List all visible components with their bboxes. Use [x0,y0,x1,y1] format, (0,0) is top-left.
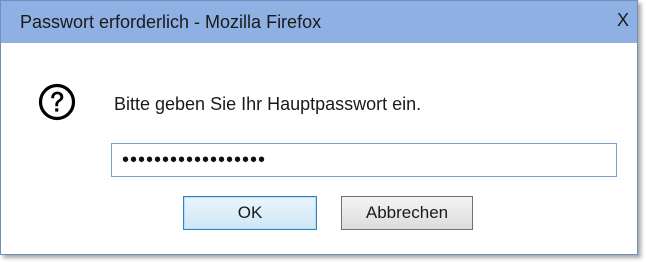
close-button[interactable]: X [617,10,629,30]
password-dialog: Passwort erforderlich - Mozilla Firefox … [0,0,638,255]
question-icon [38,83,76,121]
cancel-button[interactable]: Abbrechen [341,196,473,230]
master-password-field[interactable] [111,143,617,177]
title-bar[interactable]: Passwort erforderlich - Mozilla Firefox … [1,1,637,43]
dialog-message: Bitte geben Sie Ihr Hauptpasswort ein. [114,94,422,114]
window-title: Passwort erforderlich - Mozilla Firefox [20,12,322,32]
ok-button[interactable]: OK [183,196,317,230]
dialog-body: Bitte geben Sie Ihr Hauptpasswort ein. O… [1,43,637,254]
